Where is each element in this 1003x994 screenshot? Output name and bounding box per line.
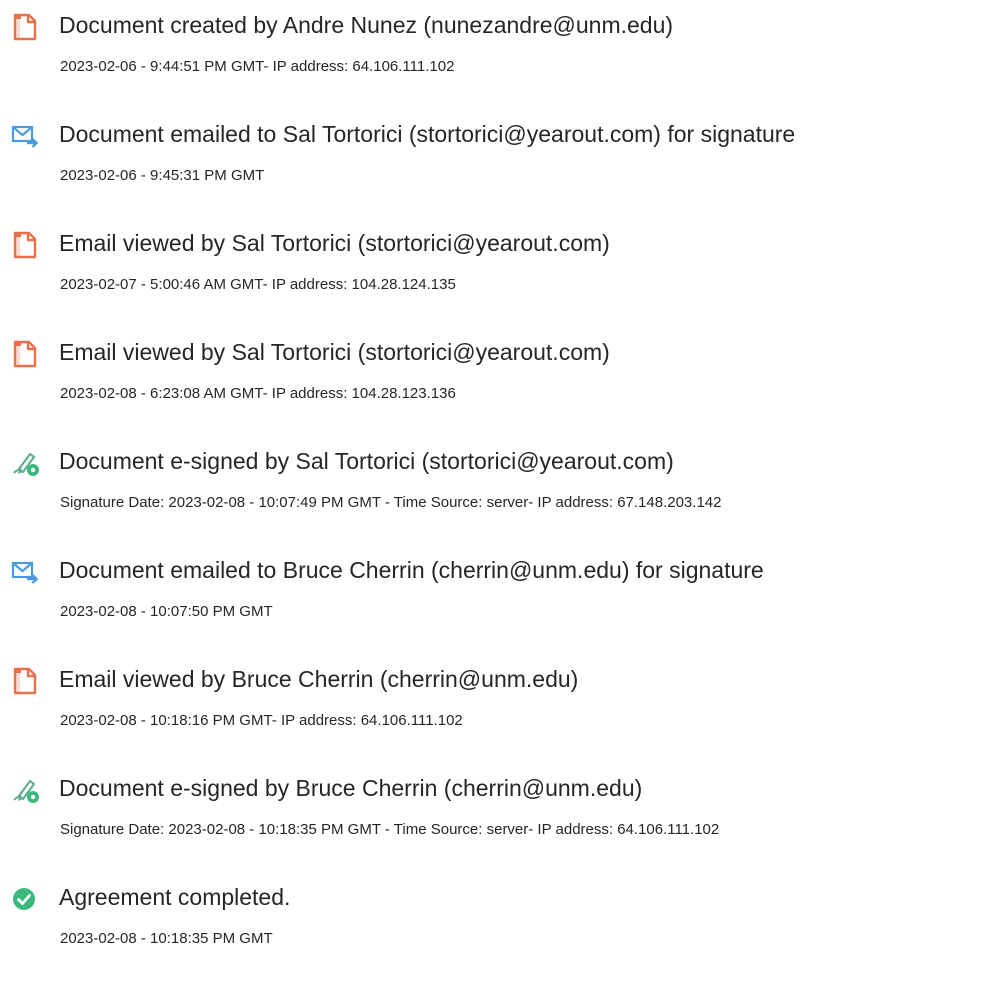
event-detail: 2023-02-08 - 6:23:08 AM GMT- IP address:…	[60, 385, 456, 402]
event-detail: Signature Date: 2023-02-08 - 10:18:35 PM…	[60, 821, 720, 838]
event-title: Document e-signed by Bruce Cherrin (cher…	[59, 775, 643, 801]
audit-event: Email viewed by Bruce Cherrin (cherrin@u…	[0, 666, 1003, 747]
pdf-document-icon	[11, 231, 39, 259]
event-detail: 2023-02-06 - 9:44:51 PM GMT- IP address:…	[60, 58, 455, 75]
event-detail: 2023-02-08 - 10:18:16 PM GMT- IP address…	[60, 712, 463, 729]
event-title: Agreement completed.	[59, 884, 291, 910]
esign-pen-icon	[11, 449, 39, 477]
esign-pen-icon	[11, 776, 39, 804]
event-title: Email viewed by Sal Tortorici (stortoric…	[59, 230, 610, 256]
event-title: Document created by Andre Nunez (nunezan…	[59, 12, 674, 38]
event-title: Email viewed by Bruce Cherrin (cherrin@u…	[59, 666, 579, 692]
event-title: Document emailed to Bruce Cherrin (cherr…	[59, 557, 764, 583]
event-detail: 2023-02-06 - 9:45:31 PM GMT	[60, 167, 265, 184]
email-send-icon	[11, 122, 39, 150]
event-title: Email viewed by Sal Tortorici (stortoric…	[59, 339, 610, 365]
event-detail: 2023-02-08 - 10:07:50 PM GMT	[60, 603, 273, 620]
audit-event: Document e-signed by Bruce Cherrin (cher…	[0, 775, 1003, 856]
check-circle-icon	[11, 885, 39, 913]
audit-event: Email viewed by Sal Tortorici (stortoric…	[0, 339, 1003, 420]
audit-event: Document emailed to Sal Tortorici (stort…	[0, 121, 1003, 202]
event-detail: 2023-02-08 - 10:18:35 PM GMT	[60, 930, 273, 947]
audit-event: Email viewed by Sal Tortorici (stortoric…	[0, 230, 1003, 311]
email-send-icon	[11, 558, 39, 586]
event-detail: 2023-02-07 - 5:00:46 AM GMT- IP address:…	[60, 276, 456, 293]
audit-event: Document created by Andre Nunez (nunezan…	[0, 12, 1003, 93]
pdf-document-icon	[11, 13, 39, 41]
event-detail: Signature Date: 2023-02-08 - 10:07:49 PM…	[60, 494, 722, 511]
audit-trail-list: Document created by Andre Nunez (nunezan…	[0, 0, 1003, 994]
event-title: Document emailed to Sal Tortorici (stort…	[59, 121, 796, 147]
audit-event: Document e-signed by Sal Tortorici (stor…	[0, 448, 1003, 529]
pdf-document-icon	[11, 667, 39, 695]
audit-event: Agreement completed. 2023-02-08 - 10:18:…	[0, 884, 1003, 965]
pdf-document-icon	[11, 340, 39, 368]
audit-event: Document emailed to Bruce Cherrin (cherr…	[0, 557, 1003, 638]
event-title: Document e-signed by Sal Tortorici (stor…	[59, 448, 674, 474]
